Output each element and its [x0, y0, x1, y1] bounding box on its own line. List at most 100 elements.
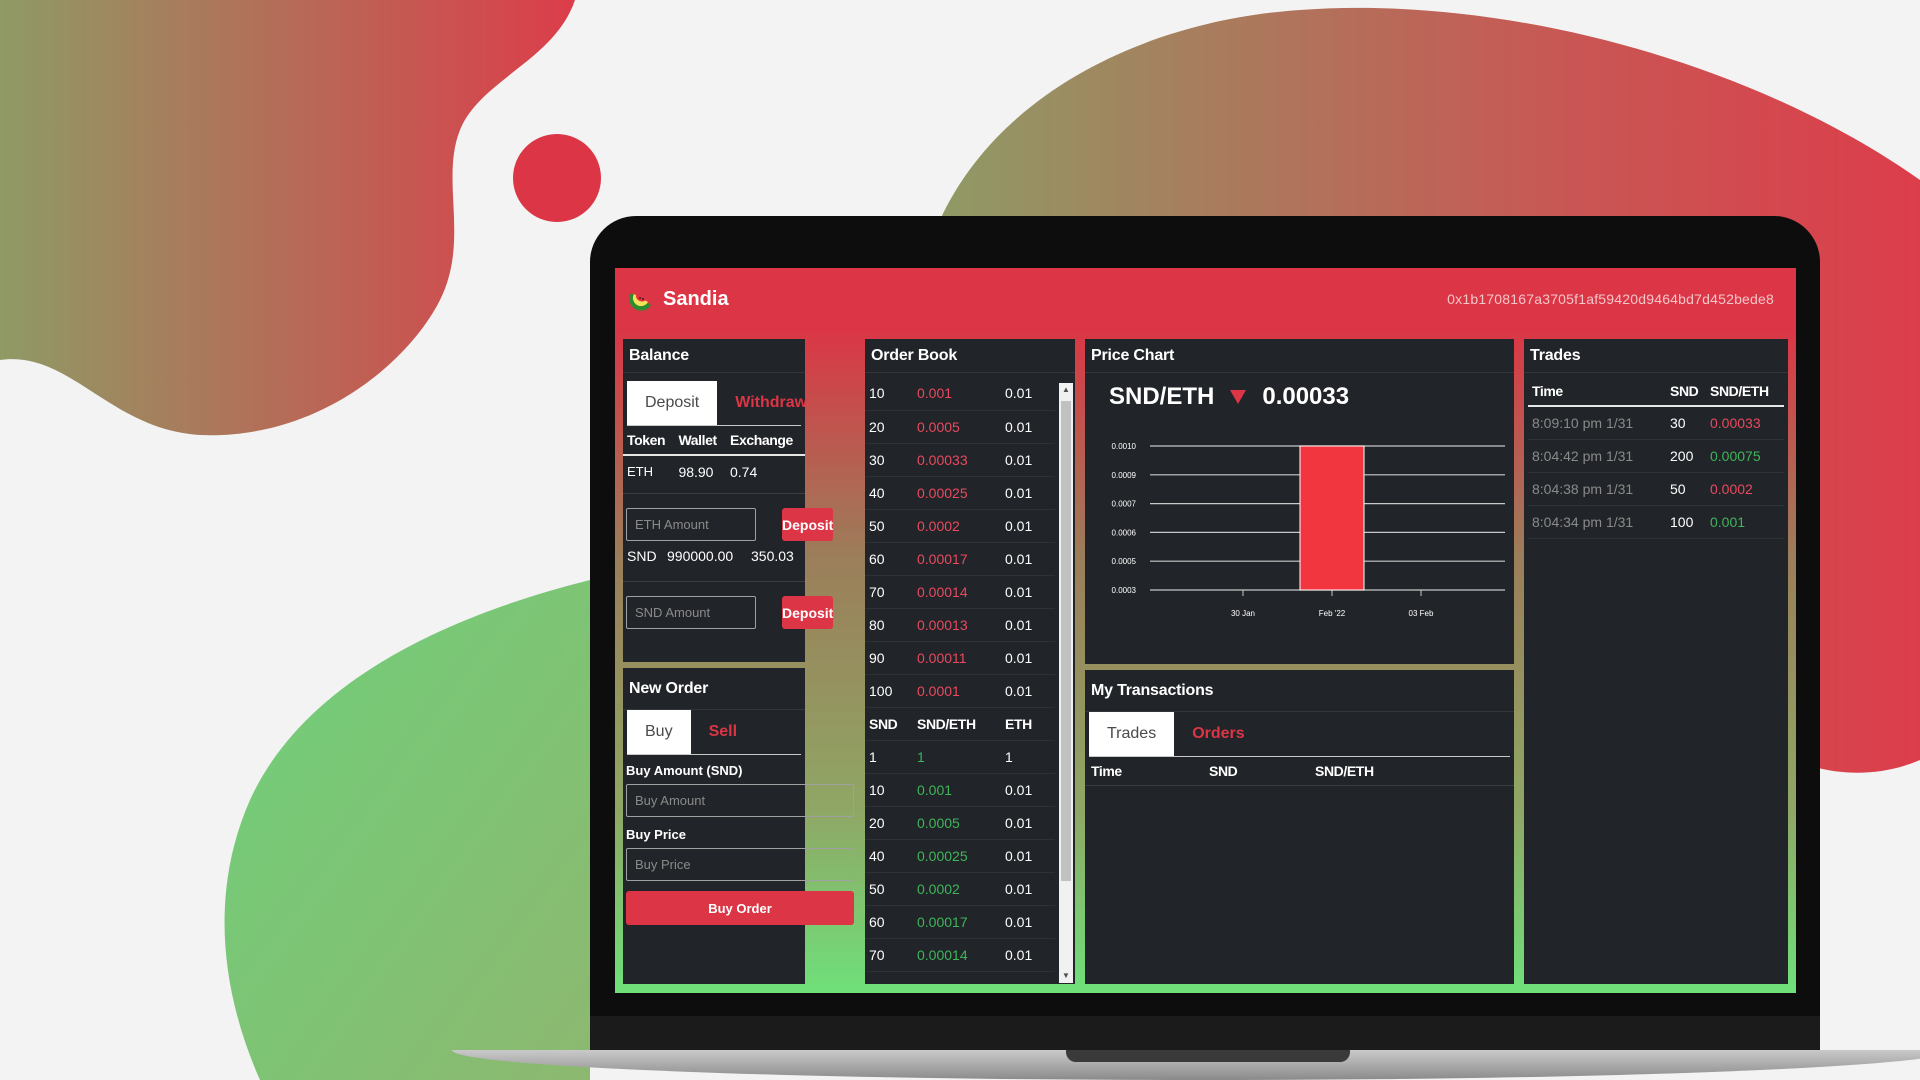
order-total: 0.01	[1005, 682, 1033, 699]
tab-buy[interactable]: Buy	[627, 710, 691, 754]
order-row[interactable]: 10 0.001 0.01	[865, 377, 1055, 410]
order-total: 0.01	[1005, 517, 1033, 534]
order-row[interactable]: 90 0.00011 0.01	[865, 641, 1055, 674]
order-total: 0.01	[1005, 781, 1033, 798]
order-total: 0.01	[1005, 847, 1033, 864]
order-price: 0.00017	[917, 550, 968, 567]
order-total: 0.01	[1005, 913, 1033, 930]
deposit-eth-button[interactable]: Deposit	[782, 508, 834, 541]
scroll-down-icon[interactable]: ▼	[1059, 969, 1073, 983]
order-amount: 50	[869, 517, 885, 534]
buy-order-button[interactable]: Buy Order	[626, 891, 854, 925]
order-price: 0.00013	[917, 616, 968, 633]
scroll-thumb[interactable]	[1061, 401, 1071, 881]
order-amount: 20	[869, 814, 885, 831]
order-row[interactable]: 40 0.00025 0.01	[865, 839, 1055, 872]
buy-price-input[interactable]	[626, 848, 854, 881]
tab-deposit[interactable]: Deposit	[627, 381, 718, 425]
balance-row-snd: SND 990000.00 350.03	[623, 545, 805, 567]
price-bar	[1299, 445, 1365, 591]
col-snd: SND	[1209, 763, 1238, 779]
order-row[interactable]: 20 0.0005 0.01	[865, 410, 1055, 443]
x-tick-label: 03 Feb	[1409, 609, 1434, 618]
order-book-table: 10 0.001 0.01 20 0.0005 0.01 30 0.00033 0.01 40 0.…	[865, 377, 1055, 972]
laptop-chin	[590, 1016, 1820, 1052]
price-chart-card: Price Chart SND/ETH 0.00033 0.0010 0.0009…	[1085, 339, 1514, 664]
wallet-address[interactable]: 0x1b1708167a3705f1af59420d9464bd7d452bed…	[1447, 291, 1774, 307]
order-row[interactable]: 40 0.00025 0.01	[865, 476, 1055, 509]
y-tick-label: 0.0005	[1112, 557, 1137, 566]
trade-price: 0.0002	[1710, 480, 1753, 497]
order-price: 0.0001	[917, 682, 960, 699]
y-tick-label: 0.0006	[1112, 528, 1137, 537]
brand[interactable]: Sandia	[629, 287, 729, 311]
col-time: Time	[1532, 383, 1563, 399]
order-row[interactable]: 60 0.00017 0.01	[865, 905, 1055, 938]
col-price: SND/ETH	[1315, 763, 1374, 779]
order-book-scrollbar[interactable]: ▲ ▼	[1059, 383, 1073, 983]
trade-price: 0.001	[1710, 513, 1746, 530]
trade-time: 8:04:34 pm 1/31	[1532, 513, 1634, 530]
snd-amount-input[interactable]	[626, 596, 756, 629]
navbar: Sandia 0x1b1708167a3705f1af59420d9464bd7…	[615, 268, 1796, 330]
order-amount: 100	[869, 682, 893, 699]
order-total: 0.01	[1005, 418, 1033, 435]
order-total: 0.01	[1005, 550, 1033, 567]
y-tick-label: 0.0010	[1112, 442, 1137, 451]
exchange-balance: 0.74	[730, 463, 758, 480]
deposit-snd-button[interactable]: Deposit	[782, 596, 834, 629]
order-row[interactable]: 50 0.0002 0.01	[865, 509, 1055, 542]
order-amount: 70	[869, 583, 885, 600]
order-total: 0.01	[1005, 814, 1033, 831]
tab-sell[interactable]: Sell	[691, 710, 755, 754]
order-price: 0.0002	[917, 517, 960, 534]
triangle-down-icon	[1230, 390, 1247, 404]
order-total: ETH	[1005, 715, 1032, 732]
order-row[interactable]: 50 0.0002 0.01	[865, 872, 1055, 905]
order-row[interactable]: 1 1 1	[865, 740, 1055, 773]
order-price: 0.00025	[917, 847, 968, 864]
order-amount: 70	[869, 946, 885, 963]
col-snd: SND	[1670, 383, 1699, 399]
order-amount: 40	[869, 484, 885, 501]
trade-time: 8:04:42 pm 1/31	[1532, 447, 1634, 464]
order-row[interactable]: 30 0.00033 0.01	[865, 443, 1055, 476]
order-amount: 30	[869, 451, 885, 468]
y-tick-label: 0.0003	[1112, 586, 1137, 595]
order-book-header-row: SND SND/ETH ETH	[865, 707, 1055, 740]
order-total: 0.01	[1005, 880, 1033, 897]
y-tick-label: 0.0007	[1112, 500, 1137, 509]
balance-table: Token Wallet Exchange ETH 98.90 0.74	[623, 426, 805, 487]
exchange-balance: 350.03	[751, 548, 794, 564]
order-row[interactable]: 80 0.00013 0.01	[865, 608, 1055, 641]
x-tick-label: 30 Jan	[1231, 609, 1255, 618]
order-row[interactable]: 60 0.00017 0.01	[865, 542, 1055, 575]
order-row[interactable]: 20 0.0005 0.01	[865, 806, 1055, 839]
balance-row-eth: ETH 98.90 0.74	[623, 455, 805, 487]
order-price: 0.0002	[917, 880, 960, 897]
order-price: SND/ETH	[917, 715, 976, 732]
tab-withdraw[interactable]: Withdraw	[717, 381, 825, 425]
trade-row: 8:04:38 pm 1/31 50 0.0002	[1528, 472, 1784, 505]
order-row[interactable]: 10 0.001 0.01	[865, 773, 1055, 806]
order-row[interactable]: 100 0.0001 0.01	[865, 674, 1055, 707]
eth-amount-input[interactable]	[626, 508, 756, 541]
order-total: 0.01	[1005, 649, 1033, 666]
tab-orders[interactable]: Orders	[1174, 712, 1262, 756]
scroll-up-icon[interactable]: ▲	[1059, 383, 1073, 397]
buy-price-label: Buy Price	[626, 827, 686, 842]
order-amount: 1	[869, 748, 877, 765]
trades-table: Time SND SND/ETH 8:09:10 pm 1/31 30 0.0003…	[1528, 377, 1784, 539]
buy-amount-input[interactable]	[626, 784, 854, 817]
order-row[interactable]: 70 0.00014 0.01	[865, 938, 1055, 971]
order-row[interactable]: 70 0.00014 0.01	[865, 575, 1055, 608]
order-total: 0.01	[1005, 484, 1033, 501]
price-chart-title: Price Chart	[1085, 339, 1514, 373]
order-amount: 60	[869, 550, 885, 567]
order-book-card: Order Book 10 0.001 0.01 20 0.0005 0.01 30 0.00…	[865, 339, 1075, 984]
order-amount: 50	[869, 880, 885, 897]
order-price: 0.0005	[917, 814, 960, 831]
order-price: 0.00014	[917, 946, 968, 963]
tab-trades[interactable]: Trades	[1089, 712, 1175, 756]
brand-title: Sandia	[663, 287, 729, 310]
